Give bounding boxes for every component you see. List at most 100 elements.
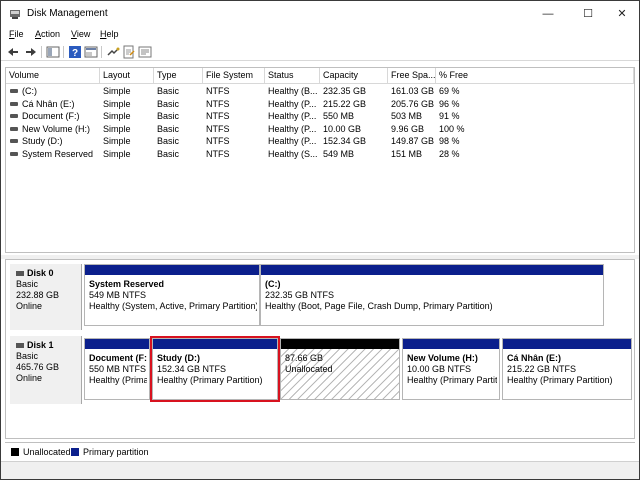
close-button[interactable]: ✕ xyxy=(607,5,637,23)
disk-name: Disk 0 xyxy=(27,268,54,278)
legend-primary: Primary partition xyxy=(83,447,149,457)
volume-capacity: 215.22 GB xyxy=(323,98,367,109)
volume-name: Study (D:) xyxy=(22,136,63,146)
volume-type: Basic xyxy=(157,148,180,159)
menu-view-label: iew xyxy=(76,29,91,39)
table-row[interactable]: (C:) Simple Basic NTFS Healthy (B... 232… xyxy=(6,85,634,98)
status-bar xyxy=(1,461,639,479)
table-row[interactable]: Study (D:) Simple Basic NTFS Healthy (P.… xyxy=(6,135,634,148)
table-row[interactable]: System Reserved Simple Basic NTFS Health… xyxy=(6,148,634,161)
volume-free-space: 151 MB xyxy=(391,148,423,159)
partition-status: Healthy (Boot, Page File, Crash Dump, Pr… xyxy=(265,301,493,311)
rescan-disks-icon[interactable] xyxy=(122,45,136,59)
table-row[interactable]: Document (F:) Simple Basic NTFS Healthy … xyxy=(6,110,634,123)
partition-c[interactable]: (C:) 232.35 GB NTFS Healthy (Boot, Page … xyxy=(260,264,604,326)
forward-arrow-icon[interactable] xyxy=(23,45,37,59)
partition-size: 232.35 GB NTFS xyxy=(265,290,335,300)
partition-name: Document (F: xyxy=(89,353,147,363)
volume-file-system: NTFS xyxy=(206,111,230,121)
menu-view[interactable]: View xyxy=(71,29,90,39)
partition-ca-nhan-e[interactable]: Cá Nhân (E:) 215.22 GB NTFS Healthy (Pri… xyxy=(502,338,632,400)
partition-info: 87.66 GB Unallocated xyxy=(285,353,397,375)
partition-status: Healthy (Prima xyxy=(89,375,147,385)
volume-capacity: 10.00 GB xyxy=(323,123,362,134)
volume-capacity: 232.35 GB xyxy=(323,86,367,96)
volume-layout: Simple xyxy=(103,111,131,121)
column-header-percent-free[interactable]: % Free xyxy=(436,68,634,84)
menu-action[interactable]: Action xyxy=(35,29,60,39)
volume-layout: Simple xyxy=(103,123,131,134)
legend-unallocated: Unallocated xyxy=(23,447,71,457)
volume-status: Healthy (S... xyxy=(268,148,318,159)
menu-file-label: ile xyxy=(14,29,24,39)
disk-state: Online xyxy=(16,301,43,311)
toolbar-separator xyxy=(101,46,102,58)
volume-file-system: NTFS xyxy=(206,148,230,159)
console-tree-icon[interactable] xyxy=(46,45,60,59)
partition-size: 215.22 GB NTFS xyxy=(507,364,577,374)
unallocated-bar xyxy=(281,339,399,349)
volume-type: Basic xyxy=(157,111,180,121)
partition-document-f[interactable]: Document (F: 550 MB NTFS Healthy (Prima xyxy=(84,338,150,400)
volume-status: Healthy (P... xyxy=(268,111,317,121)
column-header-layout[interactable]: Layout xyxy=(100,68,154,84)
maximize-button[interactable]: ☐ xyxy=(573,5,603,23)
partition-status: Healthy (Primary Partiti xyxy=(407,375,497,385)
column-header-free-space[interactable]: Free Spa... xyxy=(388,68,436,84)
volume-type: Basic xyxy=(157,136,180,146)
column-header-file-system[interactable]: File System xyxy=(203,68,265,84)
volume-type: Basic xyxy=(157,98,180,109)
disk-management-window: Disk Management — ☐ ✕ File Action View H… xyxy=(0,0,640,480)
table-row[interactable]: Cá Nhân (E:) Simple Basic NTFS Healthy (… xyxy=(6,98,634,111)
partition-system-reserved[interactable]: System Reserved 549 MB NTFS Healthy (Sys… xyxy=(84,264,260,326)
volume-percent-free: 96 % xyxy=(439,98,460,109)
drive-icon xyxy=(10,151,18,156)
disk-0-name-line: Disk 0 xyxy=(16,268,81,279)
volume-file-system: NTFS xyxy=(206,136,230,146)
properties-icon[interactable] xyxy=(138,45,152,59)
volume-file-system: NTFS xyxy=(206,86,230,96)
column-header-capacity[interactable]: Capacity xyxy=(320,68,388,84)
menu-help[interactable]: Help xyxy=(100,29,119,39)
partition-name: New Volume (H:) xyxy=(407,353,478,363)
partition-name: Cá Nhân (E:) xyxy=(507,353,561,363)
table-row[interactable]: New Volume (H:) Simple Basic NTFS Health… xyxy=(6,123,634,136)
partition-size: 549 MB NTFS xyxy=(89,290,147,300)
connect-icon[interactable] xyxy=(106,45,120,59)
minimize-button[interactable]: — xyxy=(533,5,563,23)
primary-partition-bar xyxy=(403,339,499,349)
volume-free-space: 161.03 GB xyxy=(391,86,435,96)
partition-status: Healthy (System, Active, Primary Partiti… xyxy=(89,301,257,311)
help-icon[interactable]: ? xyxy=(68,45,82,59)
column-header-status[interactable]: Status xyxy=(265,68,320,84)
primary-partition-bar xyxy=(261,265,603,275)
partition-new-volume-h[interactable]: New Volume (H:) 10.00 GB NTFS Healthy (P… xyxy=(402,338,500,400)
drive-icon xyxy=(10,89,18,93)
drive-icon xyxy=(10,114,18,118)
disk-1-name-line: Disk 1 xyxy=(16,340,81,351)
column-header-type[interactable]: Type xyxy=(154,68,203,84)
back-arrow-icon[interactable] xyxy=(7,45,21,59)
partition-info: Cá Nhân (E:) 215.22 GB NTFS Healthy (Pri… xyxy=(507,353,629,386)
column-header-volume[interactable]: Volume xyxy=(6,68,100,84)
volume-name: System Reserved xyxy=(22,148,94,159)
selection-highlight xyxy=(150,336,280,402)
disk-1-label[interactable]: Disk 1 Basic 465.76 GB Online xyxy=(10,336,82,404)
volume-status: Healthy (P... xyxy=(268,123,317,134)
partition-name: System Reserved xyxy=(89,279,165,289)
volume-name: Document (F:) xyxy=(22,111,80,121)
volume-file-system: NTFS xyxy=(206,98,230,109)
disk-type: Basic xyxy=(16,279,39,289)
show-hide-icon[interactable] xyxy=(84,45,98,59)
disk-0-label[interactable]: Disk 0 Basic 232.88 GB Online xyxy=(10,264,82,330)
menu-bar: File Action View Help xyxy=(1,27,639,42)
drive-icon xyxy=(10,139,18,143)
disk-icon xyxy=(16,271,24,277)
primary-partition-bar xyxy=(85,265,259,275)
partition-info: (C:) 232.35 GB NTFS Healthy (Boot, Page … xyxy=(265,279,601,312)
volume-list: Volume Layout Type File System Status Ca… xyxy=(5,67,635,253)
menu-file[interactable]: File xyxy=(9,29,24,39)
partition-size: 10.00 GB NTFS xyxy=(407,364,472,374)
partition-unallocated[interactable]: 87.66 GB Unallocated xyxy=(280,338,400,400)
toolbar-separator xyxy=(63,46,64,58)
